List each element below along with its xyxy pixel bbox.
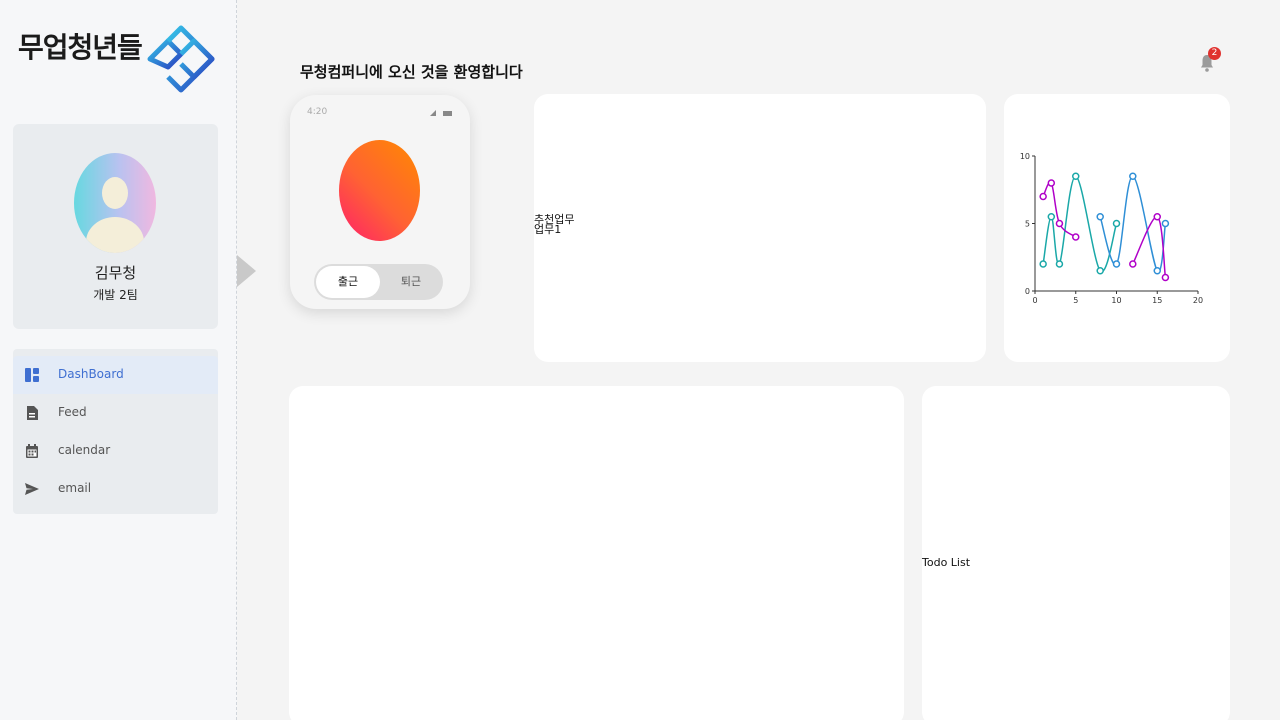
todo-card: Todo List <box>922 386 1230 720</box>
data-point <box>1112 219 1121 228</box>
calendar-icon <box>26 444 38 458</box>
x-tick-label: 0 <box>1032 296 1037 305</box>
brand-logo[interactable]: 무업청년들 <box>18 25 215 93</box>
data-point <box>1039 260 1047 268</box>
sidebar-item-label: DashBoard <box>58 367 124 381</box>
x-tick-label: 15 <box>1152 296 1162 305</box>
profile-card: 김무청 개발 2팀 <box>13 124 218 329</box>
sidebar-item-label: Feed <box>58 405 87 419</box>
data-point <box>1129 172 1137 180</box>
document-icon <box>27 406 38 420</box>
data-point <box>1161 219 1170 228</box>
data-point <box>1129 260 1137 268</box>
y-tick-label: 0 <box>1025 287 1030 296</box>
user-name: 김무청 <box>94 264 137 282</box>
check-in-button[interactable]: 출근 <box>316 266 380 298</box>
brand-name: 무업청년들 <box>18 31 143 64</box>
sidebar-item-label: calendar <box>58 443 111 457</box>
series-line-1 <box>1099 175 1167 273</box>
series-line-0 <box>1042 175 1118 273</box>
data-point <box>1055 219 1064 228</box>
data-point <box>1153 213 1161 221</box>
data-point <box>1072 233 1080 241</box>
data-point <box>1096 213 1104 221</box>
notification-badge: 2 <box>1208 47 1221 60</box>
data-point <box>1047 213 1056 221</box>
dashboard-icon <box>25 368 39 382</box>
y-tick-label: 5 <box>1025 220 1030 229</box>
attendance-widget: 4:20 출근 퇴근 <box>290 95 470 309</box>
sidebar: 무업청년들 김무청 개발 2팀 DashBoard Feed calendar … <box>0 0 237 720</box>
sidebar-item-email[interactable]: email <box>13 470 218 508</box>
battery-icon <box>443 111 452 116</box>
sidebar-item-label: email <box>58 481 92 495</box>
data-point <box>1161 273 1170 282</box>
data-point <box>1055 260 1064 268</box>
x-tick-label: 20 <box>1193 296 1203 305</box>
sidebar-item-dashboard[interactable]: DashBoard <box>13 356 218 394</box>
send-icon <box>25 483 39 495</box>
data-point <box>1047 179 1056 187</box>
recommend-item[interactable]: 업무1 <box>534 224 561 235</box>
attendance-toggle[interactable]: 출근 퇴근 <box>314 264 443 300</box>
sidebar-item-calendar[interactable]: calendar <box>13 432 218 470</box>
page-title: 무청컴퍼니에 오신 것을 환영합니다 <box>300 63 523 81</box>
chart-card: 0 5 10 15 20 0 5 10 <box>1004 94 1230 362</box>
data-point <box>1096 267 1104 275</box>
x-tick-label: 10 <box>1111 296 1121 305</box>
data-point <box>1072 172 1080 180</box>
recommend-card: 추천업무 업무1 <box>534 94 986 362</box>
sidebar-collapse-arrow[interactable] <box>237 255 256 287</box>
logo-mark-icon <box>147 25 215 93</box>
calendar-card <box>289 386 904 720</box>
status-time: 4:20 <box>307 107 328 117</box>
check-out-button[interactable]: 퇴근 <box>380 266 442 298</box>
x-tick-label: 5 <box>1073 296 1078 305</box>
y-tick-label: 10 <box>1020 152 1030 161</box>
avatar[interactable] <box>74 153 156 253</box>
data-point <box>1153 267 1161 275</box>
todo-title: Todo List <box>922 556 971 569</box>
user-team: 개발 2팀 <box>93 288 138 302</box>
line-chart: 0 5 10 15 20 0 5 10 <box>1020 152 1203 305</box>
sidebar-nav: DashBoard Feed calendar email <box>13 349 218 514</box>
signal-icon <box>430 110 436 116</box>
sidebar-item-feed[interactable]: Feed <box>13 394 218 432</box>
status-orb[interactable] <box>339 140 420 241</box>
data-point <box>1039 192 1047 201</box>
data-point <box>1112 260 1121 268</box>
